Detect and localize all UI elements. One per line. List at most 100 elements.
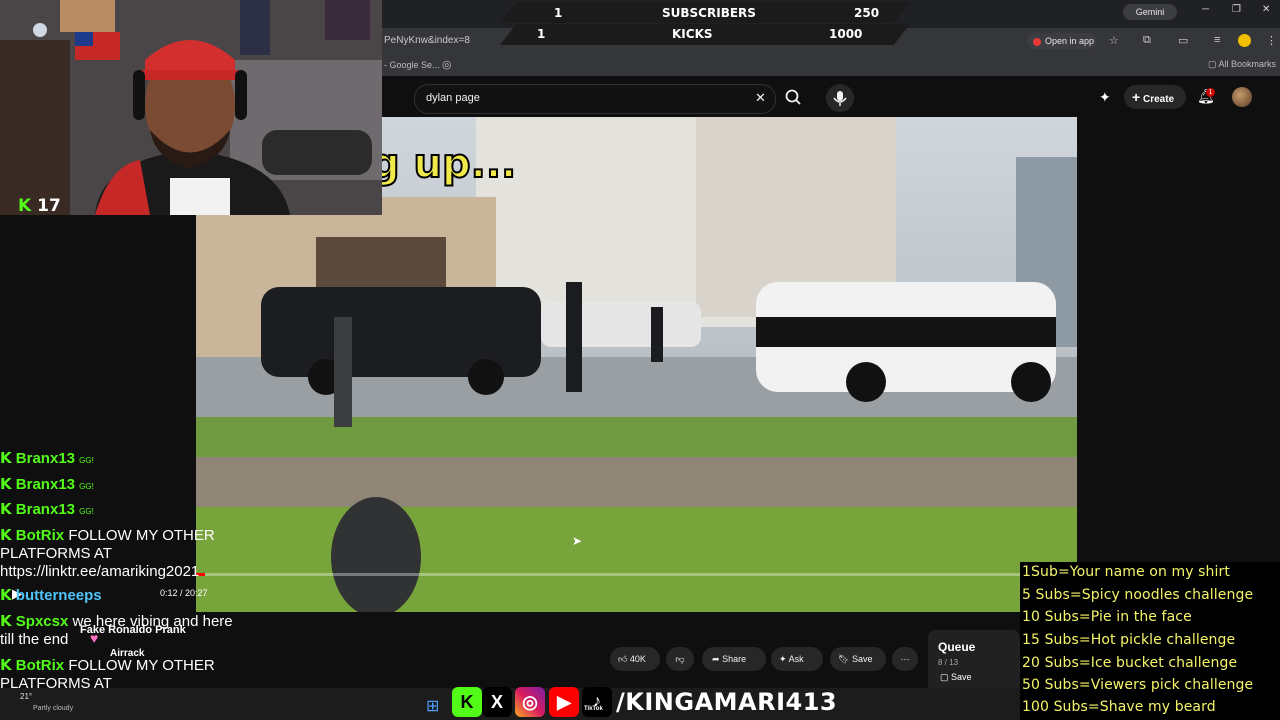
clear-search-icon[interactable]: ✕ [755,90,766,106]
tiktok-label: TikTok [584,706,603,712]
chat-username: butterneeps [15,587,102,604]
avatar[interactable] [1232,87,1252,107]
like-count: 40K [629,654,646,664]
kicks-label: KICKS [672,27,713,41]
chat-message: K Branx13 GG! [0,449,250,470]
social-handle: /KINGAMARI413 [616,688,838,716]
save-button[interactable]: 🔖︎ Save [830,647,886,671]
chat-message: K Spxcsx we here vibing and here till th… [0,612,250,649]
bookmark-item[interactable]: - Google Se... [384,60,440,70]
dislike-button[interactable]: 👎︎ [666,647,694,671]
challenge-item: 10 Subs=Pie in the face [1022,609,1192,625]
instagram-icon: ◎ [515,687,545,717]
create-label: Create [1142,94,1175,105]
chat-username: BotRix [15,657,65,674]
youtube-social-icon: ▶ [549,687,579,717]
kick-icon: K [0,475,12,493]
extensions-icon[interactable]: ⧉ [1143,34,1151,47]
microphone-icon [833,91,847,106]
kick-social-icon: K [452,687,482,717]
bookmarks-bar [382,54,1280,77]
cast-icon[interactable]: ▭ [1178,34,1188,47]
video-caption: g up... [371,141,516,187]
kick-icon: K [0,656,12,674]
kick-logo-icon: K [18,196,32,216]
queue-position: 8 / 13 [938,658,959,667]
open-in-app-button[interactable]: Open in app [1027,33,1097,49]
webcam-image [0,0,382,215]
subs-goal: 250 [854,6,880,20]
windows-start-icon[interactable]: ⊞ [426,696,439,716]
ask-label: Ask [788,654,804,664]
gemini-button[interactable]: Gemini [1123,4,1177,20]
open-in-app-label: Open in app [1045,36,1095,46]
subs-current: 1 [554,6,563,20]
more-icon: ⋯ [900,654,910,664]
chat-message: K BotRix FOLLOW MY OTHER PLATFORMS AT ht… [0,526,240,581]
search-button[interactable] [775,84,813,112]
challenge-item: 5 Subs=Spicy noodles challenge [1022,587,1254,603]
notification-badge: 1 [1206,88,1215,97]
minimize-icon[interactable]: ─ [1202,4,1209,15]
kick-icon: K [0,586,12,604]
ask-button[interactable]: ✦ Ask [771,647,823,671]
chat-badge: GG! [79,482,94,491]
gemini-label: Gemini [1135,7,1165,17]
queue-save-label: Save [951,672,972,682]
menu-dots-icon[interactable]: ⋮ [1266,34,1277,47]
like-button[interactable]: 👍︎ 40K [610,647,660,671]
chat-message: K butterneeps [0,586,250,605]
profile-icon[interactable] [1238,34,1251,47]
goal-banner: 1 SUBSCRIBERS 250 1 KICKS 1000 [500,0,910,46]
search-query: dylan page [426,92,480,104]
restore-icon[interactable]: ❐ [1232,4,1241,15]
tiktok-icon: ♪ TikTok [582,687,612,717]
challenge-item: 20 Subs=Ice bucket challenge [1022,655,1238,671]
queue-title: Queue [938,640,976,654]
kick-icon: K [0,612,12,630]
ai-sparkle-icon[interactable]: ✦ [1099,89,1111,106]
progress-bar[interactable] [196,573,1077,576]
create-button[interactable]: + Create [1124,85,1186,109]
chat-username: Branx13 [15,476,75,493]
chat-username: Branx13 [15,450,75,467]
challenge-item: 15 Subs=Hot pickle challenge [1022,632,1236,648]
bookmark-icon: 🔖︎ [838,654,850,664]
cursor-icon: ➤ [572,534,583,548]
search-input[interactable]: dylan page ✕ [414,84,776,114]
challenge-item: 1Sub=Your name on my shirt [1022,564,1230,580]
share-label: Share [722,654,747,664]
x-social-icon: X [482,687,512,717]
close-window-icon[interactable]: ✕ [1262,4,1270,15]
kick-count-value: 17 [37,196,61,216]
queue-panel[interactable]: Queue 8 / 13 ▢ Save [928,630,1020,690]
star-icon[interactable]: ☆ [1109,34,1119,47]
subs-label: SUBSCRIBERS [662,6,756,20]
kick-viewer-count: K 17 [18,196,61,216]
kick-icon: K [0,449,12,467]
chrome-icon[interactable]: ◎ [442,58,452,71]
chat-message: K Branx13 GG! [0,500,250,521]
share-icon: ➦ [712,654,720,664]
chat-badge: GG! [79,507,94,516]
more-actions-button[interactable]: ⋯ [892,647,918,671]
kick-icon: K [0,526,12,544]
all-bookmarks-label: All Bookmarks [1218,59,1277,69]
chat-username: Spxcsx [15,613,69,630]
voice-search-button[interactable] [826,84,854,112]
webcam-feed [0,0,382,215]
all-bookmarks[interactable]: ▢ All Bookmarks [1208,59,1276,70]
kicks-goal: 1000 [829,27,863,41]
share-button[interactable]: ➦ Share [702,647,766,671]
weather-temp: 21° [20,692,33,701]
queue-save-button[interactable]: ▢ Save [940,672,972,683]
plus-icon: + [1132,89,1141,105]
url-text[interactable]: PeNyKnw&index=8 [384,35,470,46]
tab-search-icon[interactable]: ≡ [1214,34,1220,46]
weather-label: Partly cloudy [33,705,74,712]
like-icon: 👍︎ [618,654,628,664]
chat-message: K Branx13 GG! [0,475,250,496]
save-label: Save [851,654,873,664]
challenge-item: 50 Subs=Viewers pick challenge [1022,677,1254,693]
youtube-icon [1033,37,1041,46]
